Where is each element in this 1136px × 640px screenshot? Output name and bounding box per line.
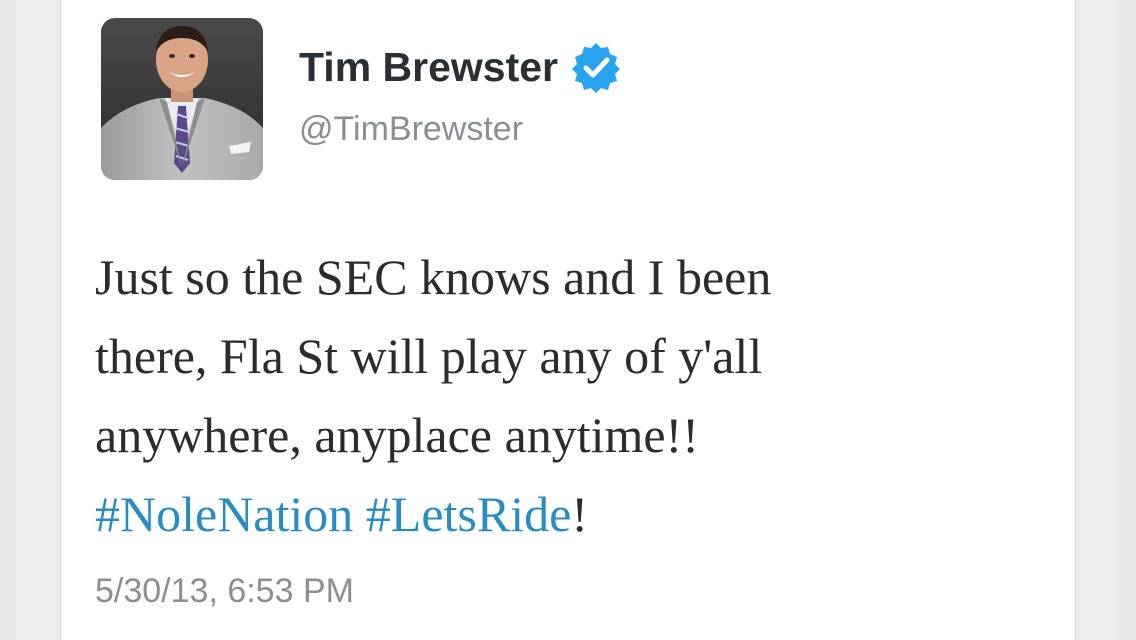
tweet-line-4: #NoleNation #LetsRide! xyxy=(95,475,1055,554)
hashtag-nolenation-link[interactable]: #NoleNation xyxy=(95,486,353,542)
background-left-edge xyxy=(0,0,27,640)
tweet-line-1: Just so the SEC knows and I been xyxy=(95,249,772,305)
tweet-text: Just so the SEC knows and I been there, … xyxy=(95,238,1055,554)
verified-badge-icon xyxy=(570,41,622,93)
avatar[interactable] xyxy=(101,18,263,180)
display-name-text[interactable]: Tim Brewster xyxy=(299,44,558,91)
tweet-timestamp[interactable]: 5/30/13, 6:53 PM xyxy=(95,572,354,611)
hashtag-letsride-link[interactable]: #LetsRide xyxy=(366,486,572,542)
tweet-trailing-text: ! xyxy=(571,486,588,542)
tweet-line-3: anywhere, anyplace anytime!! xyxy=(95,407,699,463)
user-handle[interactable]: @TimBrewster xyxy=(299,110,523,149)
profile-photo-image xyxy=(101,18,263,180)
background-right-edge xyxy=(1104,0,1136,640)
tweet-line-2: there, Fla St will play any of y'all xyxy=(95,328,763,384)
display-name[interactable]: Tim Brewster xyxy=(299,40,622,94)
